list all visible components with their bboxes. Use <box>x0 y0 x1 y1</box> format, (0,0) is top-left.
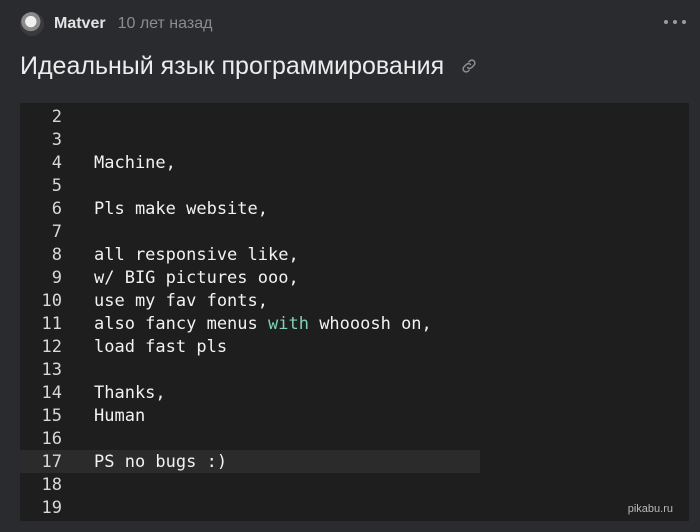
line-number: 14 <box>41 382 62 403</box>
post-title[interactable]: Идеальный язык программирования <box>20 48 444 84</box>
code-text: Thanks, <box>94 382 166 403</box>
code-text: use my fav fonts, <box>94 290 268 311</box>
more-horizontal-icon <box>682 20 686 24</box>
line-number: 15 <box>41 405 62 426</box>
line-number: 6 <box>51 198 62 219</box>
line-number: 5 <box>51 175 62 196</box>
line-number: 16 <box>41 428 62 449</box>
more-options-button[interactable] <box>664 14 686 30</box>
code-text-segment: whooosh on, <box>308 313 432 334</box>
line-number: 2 <box>51 106 62 127</box>
code-line: 8 all responsive like, <box>20 243 689 266</box>
post-title-row: Идеальный язык программирования <box>20 48 478 84</box>
line-number: 12 <box>41 336 62 357</box>
code-text: w/ BIG pictures ooo, <box>94 267 299 288</box>
author-name[interactable]: Matver <box>54 15 106 33</box>
code-text: load fast pls <box>94 336 228 357</box>
more-horizontal-icon <box>664 20 668 24</box>
code-line: 10 use my fav fonts, <box>20 289 689 312</box>
code-line: 17 PS no bugs :) <box>20 450 689 473</box>
code-line: 3 <box>20 128 689 151</box>
line-number: 9 <box>51 267 62 288</box>
code-line: 9 w/ BIG pictures ooo, <box>20 266 689 289</box>
code-line: 4 Machine, <box>20 151 689 174</box>
post: Matver 10 лет назад Идеальный язык прогр… <box>0 0 700 532</box>
line-number: 18 <box>41 474 62 495</box>
line-number: 3 <box>51 129 62 150</box>
line-number: 13 <box>41 359 62 380</box>
post-time[interactable]: 10 лет назад <box>118 15 213 33</box>
more-horizontal-icon <box>673 20 677 24</box>
code-line: 16 <box>20 427 689 450</box>
code-line: 7 <box>20 220 689 243</box>
line-number: 10 <box>41 290 62 311</box>
line-number: 19 <box>41 497 62 518</box>
code-text-segment: also fancy menus <box>94 313 268 334</box>
code-line: 11 also fancy menus with whooosh on, <box>20 312 689 335</box>
code-text: Machine, <box>94 152 176 173</box>
link-icon[interactable] <box>460 57 478 75</box>
avatar[interactable] <box>20 12 44 36</box>
code-screenshot-image[interactable]: pikabu.ru 2 3 4 Machine, 5 6 Pls make website,… <box>20 103 689 521</box>
code-line: 5 <box>20 174 689 197</box>
code-line: 19 <box>20 496 689 519</box>
code-text: Pls make website, <box>94 198 268 219</box>
post-header: Matver 10 лет назад <box>20 10 212 38</box>
code-text: also fancy menus with whooosh on, <box>94 314 432 334</box>
code-text: PS no bugs :) <box>94 451 228 472</box>
code-line: 13 <box>20 358 689 381</box>
code-line: 12 load fast pls <box>20 335 689 358</box>
line-number: 4 <box>51 152 62 173</box>
code-line: 15 Human <box>20 404 689 427</box>
code-line: 14 Thanks, <box>20 381 689 404</box>
code-text: Human <box>94 405 146 426</box>
code-line: 2 <box>20 105 689 128</box>
code-text: all responsive like, <box>94 244 299 265</box>
code-line: 18 <box>20 473 689 496</box>
line-number: 11 <box>41 313 62 334</box>
line-number: 17 <box>41 451 62 472</box>
code-keyword: with <box>268 313 309 334</box>
code-line: 6 Pls make website, <box>20 197 689 220</box>
line-number: 8 <box>51 244 62 265</box>
line-number: 7 <box>51 221 62 242</box>
